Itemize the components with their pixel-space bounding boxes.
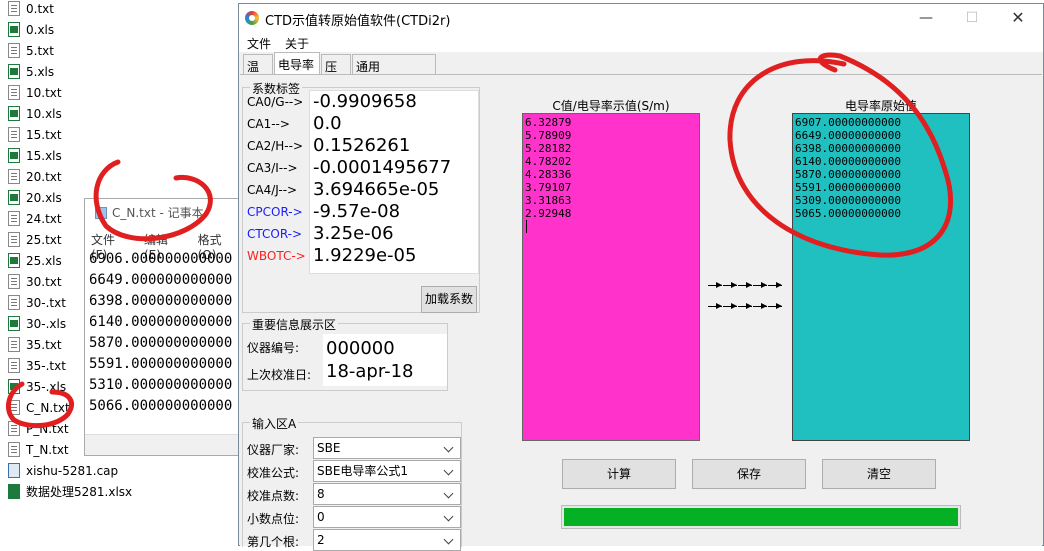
annotation-circle-raw-values bbox=[727, 52, 954, 258]
annotation-overlay bbox=[5, 52, 954, 429]
annotation-circle-notepad bbox=[93, 159, 213, 242]
annotation-circle-filename bbox=[5, 381, 74, 429]
